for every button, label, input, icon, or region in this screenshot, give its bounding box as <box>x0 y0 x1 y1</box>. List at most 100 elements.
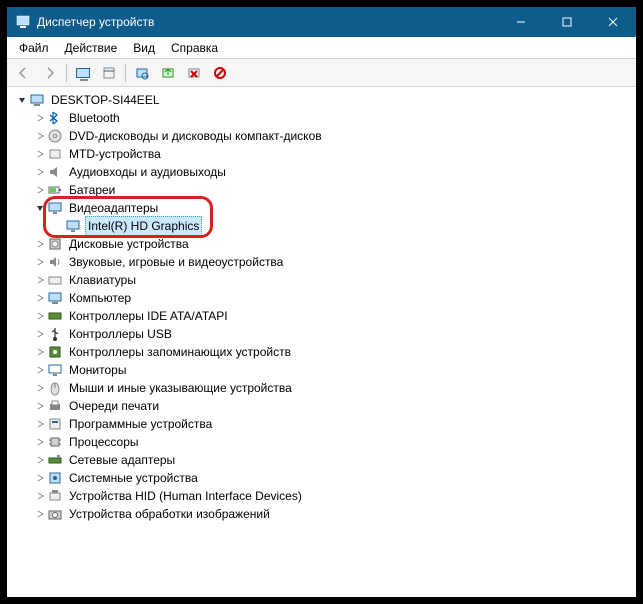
tree-category[interactable]: Контроллеры IDE ATA/ATAPI <box>9 307 634 325</box>
app-icon <box>15 14 31 30</box>
tree-category[interactable]: MTD-устройства <box>9 145 634 163</box>
chevron-right-icon[interactable] <box>33 129 47 143</box>
disable-button[interactable] <box>208 62 232 84</box>
close-button[interactable] <box>590 7 636 37</box>
maximize-button[interactable] <box>544 7 590 37</box>
tree-category[interactable]: Контроллеры запоминающих устройств <box>9 343 634 361</box>
tree-category-label: Аудиовходы и аудиовыходы <box>67 163 228 181</box>
tree-category-label: Батареи <box>67 181 117 199</box>
computer-icon <box>29 92 45 108</box>
tree-category-label: DVD-дисководы и дисководы компакт-дисков <box>67 127 324 145</box>
forward-button[interactable] <box>38 62 62 84</box>
storage-icon <box>47 344 63 360</box>
update-driver-button[interactable] <box>156 62 180 84</box>
chevron-down-icon[interactable] <box>33 201 47 215</box>
chevron-right-icon[interactable] <box>33 309 47 323</box>
menu-help[interactable]: Справка <box>163 39 226 57</box>
chevron-right-icon[interactable] <box>33 399 47 413</box>
chevron-down-icon[interactable] <box>15 93 29 107</box>
chevron-right-icon[interactable] <box>33 165 47 179</box>
chevron-right-icon[interactable] <box>33 327 47 341</box>
menubar: Файл Действие Вид Справка <box>7 37 636 59</box>
battery-icon <box>47 182 63 198</box>
tree-category[interactable]: Видеоадаптеры <box>9 199 634 217</box>
chevron-right-icon[interactable] <box>33 183 47 197</box>
imaging-icon <box>47 506 63 522</box>
tree-category[interactable]: Сетевые адаптеры <box>9 451 634 469</box>
chevron-right-icon[interactable] <box>33 237 47 251</box>
hid-icon <box>47 488 63 504</box>
chevron-right-icon[interactable] <box>33 345 47 359</box>
tree-category[interactable]: Батареи <box>9 181 634 199</box>
properties-button[interactable] <box>97 62 121 84</box>
chevron-right-icon[interactable] <box>33 507 47 521</box>
sw-icon <box>47 416 63 432</box>
chevron-right-icon[interactable] <box>33 291 47 305</box>
chevron-right-icon[interactable] <box>33 111 47 125</box>
tree-category[interactable]: Процессоры <box>9 433 634 451</box>
tree-category-label: Процессоры <box>67 433 141 451</box>
tree-root-label: DESKTOP-SI44EEL <box>49 91 162 109</box>
show-hidden-button[interactable] <box>71 62 95 84</box>
tree-category[interactable]: Устройства HID (Human Interface Devices) <box>9 487 634 505</box>
tree-category[interactable]: Дисковые устройства <box>9 235 634 253</box>
chevron-right-icon[interactable] <box>33 453 47 467</box>
titlebar: Диспетчер устройств <box>7 7 636 37</box>
menu-view[interactable]: Вид <box>125 39 163 57</box>
chevron-right-icon[interactable] <box>33 471 47 485</box>
minimize-button[interactable] <box>498 7 544 37</box>
tree-category-label: Сетевые адаптеры <box>67 451 177 469</box>
tree-category[interactable]: Звуковые, игровые и видеоустройства <box>9 253 634 271</box>
tree-category-label: Компьютер <box>67 289 133 307</box>
tree-category-label: MTD-устройства <box>67 145 163 163</box>
tree-category[interactable]: Очереди печати <box>9 397 634 415</box>
tree-category-label: Системные устройства <box>67 469 200 487</box>
chevron-right-icon[interactable] <box>33 255 47 269</box>
chevron-right-icon[interactable] <box>33 435 47 449</box>
tree-category-label: Устройства HID (Human Interface Devices) <box>67 487 304 505</box>
tree-category[interactable]: Устройства обработки изображений <box>9 505 634 523</box>
computer-icon <box>47 290 63 306</box>
back-button[interactable] <box>12 62 36 84</box>
tree-category[interactable]: Аудиовходы и аудиовыходы <box>9 163 634 181</box>
speaker-icon <box>47 164 63 180</box>
tree-category[interactable]: Bluetooth <box>9 109 634 127</box>
tree-category[interactable]: Контроллеры USB <box>9 325 634 343</box>
tree-category[interactable]: Компьютер <box>9 289 634 307</box>
window-title: Диспетчер устройств <box>37 15 498 29</box>
disk-icon <box>47 236 63 252</box>
net-icon <box>47 452 63 468</box>
chevron-right-icon[interactable] <box>33 273 47 287</box>
device-tree[interactable]: DESKTOP-SI44EELBluetoothDVD-дисководы и … <box>7 87 636 527</box>
tree-root[interactable]: DESKTOP-SI44EEL <box>9 91 634 109</box>
generic-icon <box>47 146 63 162</box>
chevron-right-icon[interactable] <box>33 147 47 161</box>
scan-button[interactable] <box>130 62 154 84</box>
toolbar-separator <box>66 64 67 82</box>
uninstall-button[interactable] <box>182 62 206 84</box>
tree-category[interactable]: Мыши и иные указывающие устройства <box>9 379 634 397</box>
tree-category[interactable]: DVD-дисководы и дисководы компакт-дисков <box>9 127 634 145</box>
toolbar-separator <box>125 64 126 82</box>
tree-category-label: Устройства обработки изображений <box>67 505 272 523</box>
bluetooth-icon <box>47 110 63 126</box>
tree-category[interactable]: Клавиатуры <box>9 271 634 289</box>
chevron-right-icon[interactable] <box>33 381 47 395</box>
tree-category-label: Bluetooth <box>67 109 122 127</box>
menu-file[interactable]: Файл <box>11 39 57 57</box>
chevron-right-icon[interactable] <box>33 489 47 503</box>
tree-category[interactable]: Программные устройства <box>9 415 634 433</box>
tree-device[interactable]: Intel(R) HD Graphics <box>9 217 634 235</box>
tree-category-label: Очереди печати <box>67 397 161 415</box>
tree-category[interactable]: Системные устройства <box>9 469 634 487</box>
monitor-icon <box>47 362 63 378</box>
chevron-right-icon[interactable] <box>33 417 47 431</box>
tree-device-label: Intel(R) HD Graphics <box>85 216 202 236</box>
menu-action[interactable]: Действие <box>57 39 126 57</box>
tree-category[interactable]: Мониторы <box>9 361 634 379</box>
dvd-icon <box>47 128 63 144</box>
tree-category-label: Звуковые, игровые и видеоустройства <box>67 253 285 271</box>
chevron-right-icon[interactable] <box>33 363 47 377</box>
audio-icon <box>47 254 63 270</box>
cpu-icon <box>47 434 63 450</box>
